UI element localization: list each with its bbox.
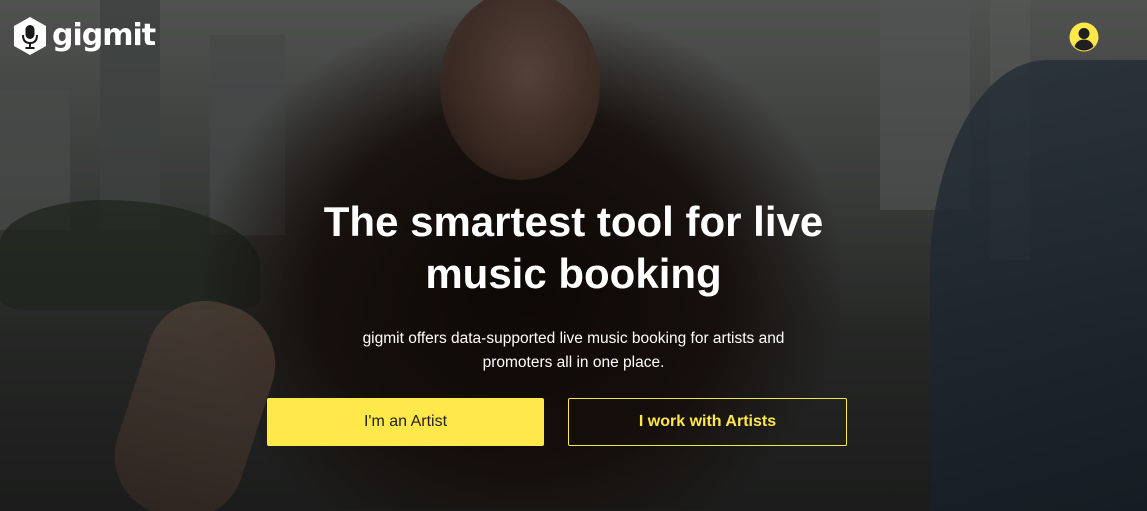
artist-signup-button[interactable]: I'm an Artist: [267, 398, 544, 446]
user-circle-icon[interactable]: [1068, 21, 1100, 53]
brand-logo[interactable]: gigmit: [12, 16, 156, 56]
promoter-signup-button[interactable]: I work with Artists: [568, 398, 847, 446]
hero-section: gigmit The smartest tool for live music …: [0, 0, 1147, 511]
hero-content: The smartest tool for live music booking…: [0, 196, 1147, 375]
hero-actions: I'm an Artist I work with Artists: [267, 398, 847, 446]
hero-subtext: gigmit offers data-supported live music …: [362, 330, 785, 371]
brand-name: gigmit: [52, 18, 156, 53]
microphone-hexagon-icon: [14, 17, 46, 55]
hero-headline: The smartest tool for live music booking: [323, 198, 824, 297]
